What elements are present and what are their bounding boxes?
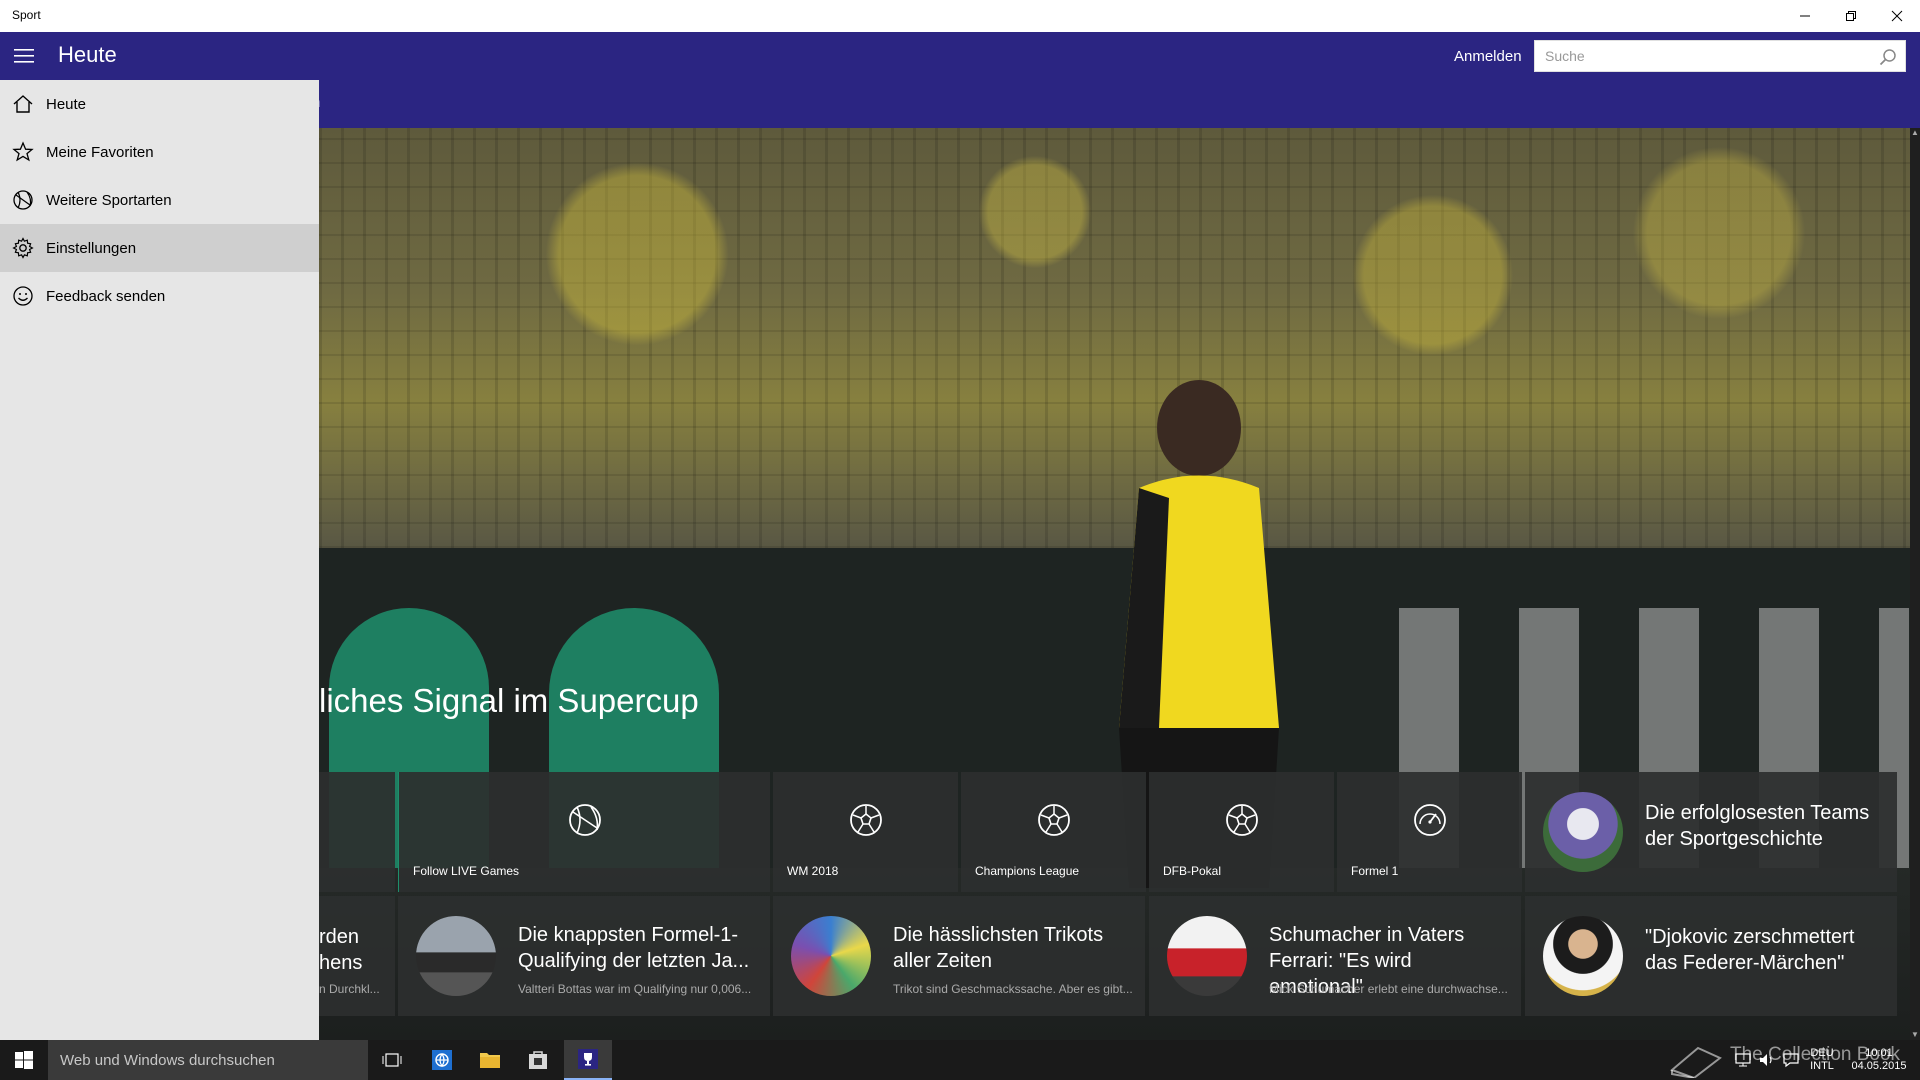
news-thumbnail [1543,916,1623,996]
category-tile-live[interactable]: Follow LIVE Games [398,772,770,892]
news-title-fragment: rden [319,926,360,948]
start-button[interactable] [0,1040,48,1080]
speedometer-icon [1413,804,1446,836]
login-link[interactable]: Anmelden [1454,48,1522,65]
news-subtitle-fragment: n Durchkl... [319,982,380,996]
nav-item-heute[interactable]: Heute [0,80,319,128]
action-center-icon[interactable] [1782,1052,1800,1068]
vertical-scrollbar[interactable]: ▲ ▼ [1910,128,1920,1040]
taskbar-explorer-button[interactable] [466,1040,514,1080]
minimize-button[interactable] [1782,0,1828,32]
window-title: Sport [12,8,41,22]
volume-icon[interactable] [1758,1052,1776,1068]
scroll-down-icon[interactable]: ▼ [1910,1030,1920,1040]
page-title: Heute [58,42,117,67]
star-icon [12,141,34,162]
close-icon [1891,10,1903,22]
soccer-ball-icon [849,804,882,836]
nav-item-meine-favoriten[interactable]: Meine Favoriten [0,128,319,176]
restore-button[interactable] [1828,0,1874,32]
soccer-ball-icon [1225,804,1258,836]
category-tile-formel-1[interactable]: Formel 1 [1337,772,1522,892]
windows-logo-icon [15,1051,33,1069]
taskbar-search-placeholder: Web und Windows durchsuchen [60,1052,275,1069]
restore-icon [1846,11,1856,21]
hero-headline[interactable]: liches Signal im Supercup [319,682,699,720]
news-title: Die erfolglosesten Teams der Sportgeschi… [1645,802,1870,850]
category-tile-wm-2018[interactable]: WM 2018 [773,772,958,892]
news-tile[interactable]: Die knappsten Formel-1-Qualifying der le… [398,896,770,1016]
category-label: Formel 1 [1351,864,1399,878]
nav-item-feedback-senden[interactable]: Feedback senden [0,272,319,320]
news-tile[interactable]: Die hässlichsten Trikots aller Zeiten Tr… [773,896,1145,1016]
network-icon[interactable] [1734,1052,1752,1068]
nav-item-einstellungen[interactable]: Einstellungen [0,224,319,272]
smiley-icon [13,286,33,306]
task-view-button[interactable] [368,1040,416,1080]
close-button[interactable] [1874,0,1920,32]
taskbar-browser-button[interactable] [418,1040,466,1080]
trophy-icon [578,1049,598,1069]
news-title: Die hässlichsten Trikots aller Zeiten [893,924,1104,972]
taskbar-store-button[interactable] [514,1040,562,1080]
category-tile-dfb-pokal[interactable]: DFB-Pokal [1149,772,1334,892]
news-title: Die knappsten Formel-1-Qualifying der le… [518,924,750,972]
category-label: WM 2018 [787,864,839,878]
news-subtitle: Valtteri Bottas war im Qualifying nur 0,… [518,982,752,996]
taskbar: Web und Windows durchsuchen The Collecti… [0,1040,1920,1080]
title-bar: Sport [0,0,1920,32]
hamburger-button[interactable] [0,32,48,80]
partial-tile[interactable] [319,772,395,892]
clock-date: 04.05.2015 [1851,1060,1907,1072]
news-thumbnail [1543,792,1623,872]
scroll-up-icon[interactable]: ▲ [1910,128,1920,138]
keyboard-layout: INTL [1810,1060,1834,1072]
minimize-icon [1800,15,1810,17]
taskbar-sport-app-button[interactable] [564,1040,612,1080]
nav-item-label: Meine Favoriten [46,143,154,161]
nav-item-label: Heute [46,95,87,113]
gear-icon [12,237,34,259]
category-tile-champions-league[interactable]: Champions League [961,772,1146,892]
soccer-ball-icon [1037,804,1070,836]
news-subtitle: Mick Schumacher erlebt eine durchwachse.… [1269,982,1508,996]
news-thumbnail [1167,916,1247,996]
news-tile[interactable]: Die erfolglosesten Teams der Sportgeschi… [1525,772,1897,892]
news-thumbnail [416,916,496,996]
basketball-icon [568,804,601,836]
category-label: Champions League [975,864,1080,878]
folder-icon [480,1053,500,1068]
nav-item-label: Weitere Sportarten [46,191,172,209]
task-view-icon [382,1053,402,1067]
news-title: "Djokovic zerschmettert das Federer-Märc… [1645,926,1855,974]
news-subtitle: Trikot sind Geschmackssache. Aber es gib… [893,982,1133,996]
browser-icon [432,1050,452,1070]
news-thumbnail [791,916,871,996]
news-tile-partial[interactable]: rden hens n Durchkl... [319,896,395,1016]
input-language-indicator[interactable]: DEU INTL [1808,1047,1836,1073]
hamburger-icon [14,49,34,63]
news-title-fragment: hens [319,952,363,974]
language-code: DEU [1810,1047,1834,1059]
navigation-pane: Heute Meine Favoriten Weitere Sportarten… [0,80,319,1040]
news-tile[interactable]: Schumacher in Vaters Ferrari: "Es wird e… [1149,896,1521,1016]
nav-item-label: Einstellungen [46,239,137,257]
search-input[interactable] [1535,41,1865,71]
store-icon [529,1051,547,1069]
home-icon [13,95,33,113]
search-box [1534,40,1906,72]
category-label: Follow LIVE Games [413,864,520,878]
taskbar-search[interactable]: Web und Windows durchsuchen [48,1040,368,1080]
news-tile[interactable]: "Djokovic zerschmettert das Federer-Märc… [1525,896,1897,1016]
basketball-icon [13,190,33,210]
search-icon[interactable] [1879,48,1897,66]
clock-time: 10:01 [1865,1047,1893,1059]
nav-item-weitere-sportarten[interactable]: Weitere Sportarten [0,176,319,224]
watermark-book-icon [1670,1046,1722,1078]
nav-item-label: Feedback senden [46,287,166,305]
clock[interactable]: 10:01 04.05.2015 [1846,1047,1912,1073]
category-label: DFB-Pokal [1163,864,1222,878]
